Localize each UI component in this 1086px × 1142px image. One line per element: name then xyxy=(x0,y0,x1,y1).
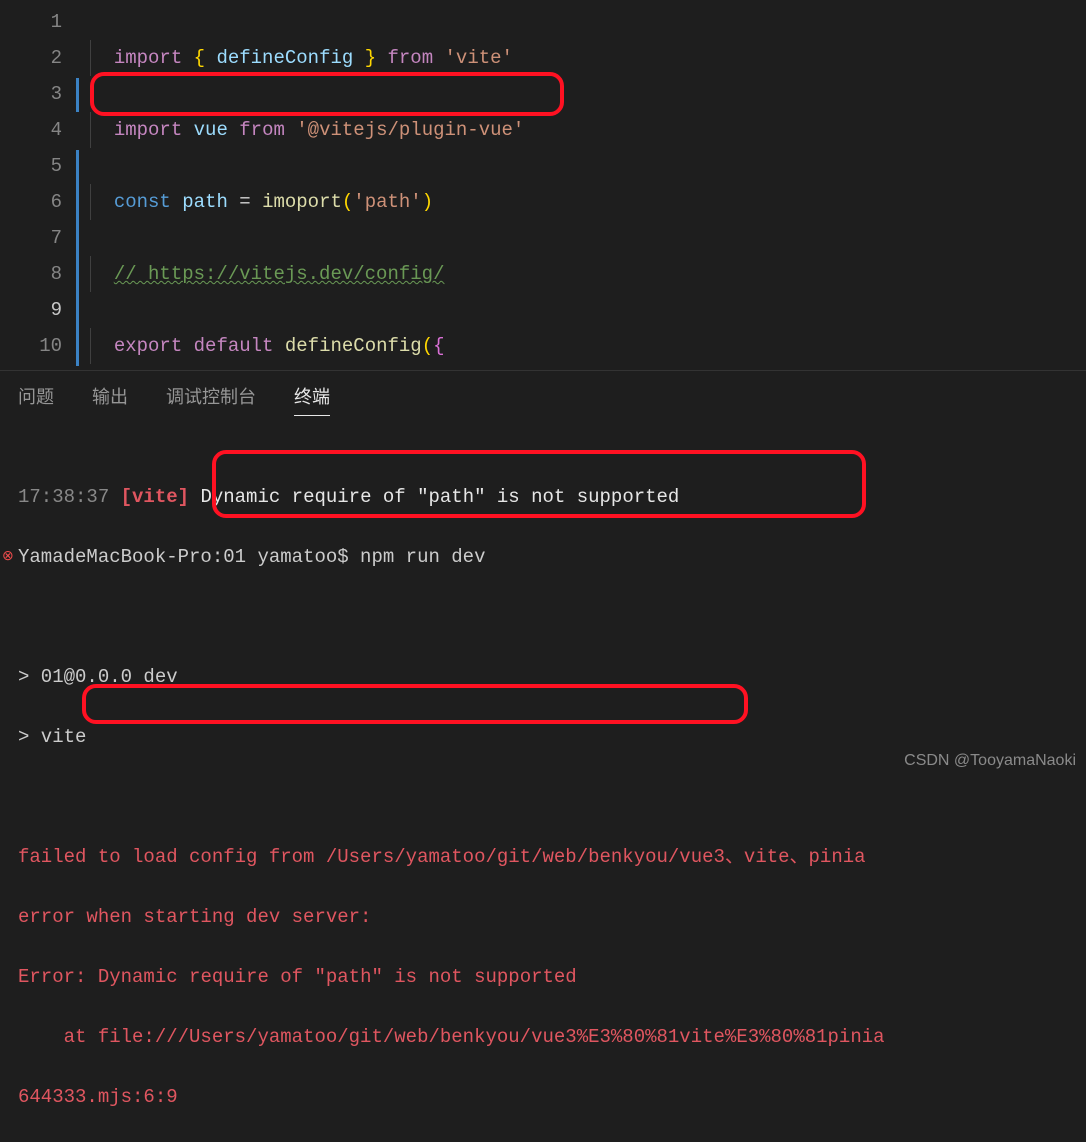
tab-debug-console[interactable]: 调试控制台 xyxy=(166,383,256,416)
terminal-line: 644333.mjs:6:9 xyxy=(18,1082,1068,1112)
error-icon: ⊗ xyxy=(2,542,14,572)
terminal-line xyxy=(18,782,1068,812)
terminal-line: error when starting dev server: xyxy=(18,902,1068,932)
terminal-line: failed to load config from /Users/yamato… xyxy=(18,842,1068,872)
line-number: 8 xyxy=(0,256,62,292)
code-editor[interactable]: 1 2 3 4 5 6 7 8 9 10 import { defineConf… xyxy=(0,0,1086,370)
code-line[interactable]: import vue from '@vitejs/plugin-vue' xyxy=(90,112,607,148)
line-number: 10 xyxy=(0,328,62,364)
code-content[interactable]: import { defineConfig } from 'vite' impo… xyxy=(90,0,607,370)
line-number: 1 xyxy=(0,4,62,40)
line-number: 7 xyxy=(0,220,62,256)
line-number: 2 xyxy=(0,40,62,76)
terminal-line: Error: Dynamic require of "path" is not … xyxy=(18,962,1068,992)
terminal-line xyxy=(18,602,1068,632)
terminal-line: ⊗YamadeMacBook-Pro:01 yamatoo$ npm run d… xyxy=(18,542,1068,572)
panel-tabs: 问题 输出 调试控制台 终端 xyxy=(0,370,1086,424)
terminal-line: at file:///Users/yamatoo/git/web/benkyou… xyxy=(18,1022,1068,1052)
code-line[interactable]: // https://vitejs.dev/config/ xyxy=(90,256,607,292)
terminal-line: 17:38:37 [vite] Dynamic require of "path… xyxy=(18,482,1068,512)
code-line[interactable]: const path = imoport('path') xyxy=(90,184,607,220)
tab-output[interactable]: 输出 xyxy=(92,383,128,416)
line-number: 6 xyxy=(0,184,62,220)
line-number: 5 xyxy=(0,148,62,184)
tab-terminal[interactable]: 终端 xyxy=(294,383,330,416)
tab-problems[interactable]: 问题 xyxy=(18,383,54,416)
line-number: 4 xyxy=(0,112,62,148)
terminal-line: > 01@0.0.0 dev xyxy=(18,662,1068,692)
line-number: 9 xyxy=(0,292,62,328)
terminal-panel[interactable]: 17:38:37 [vite] Dynamic require of "path… xyxy=(0,424,1086,1142)
line-number: 3 xyxy=(0,76,62,112)
watermark: CSDN @TooyamaNaoki xyxy=(904,752,1076,770)
code-line[interactable]: export default defineConfig({ xyxy=(90,328,607,364)
terminal-line: > vite xyxy=(18,722,1068,752)
code-line[interactable]: import { defineConfig } from 'vite' xyxy=(90,40,607,76)
